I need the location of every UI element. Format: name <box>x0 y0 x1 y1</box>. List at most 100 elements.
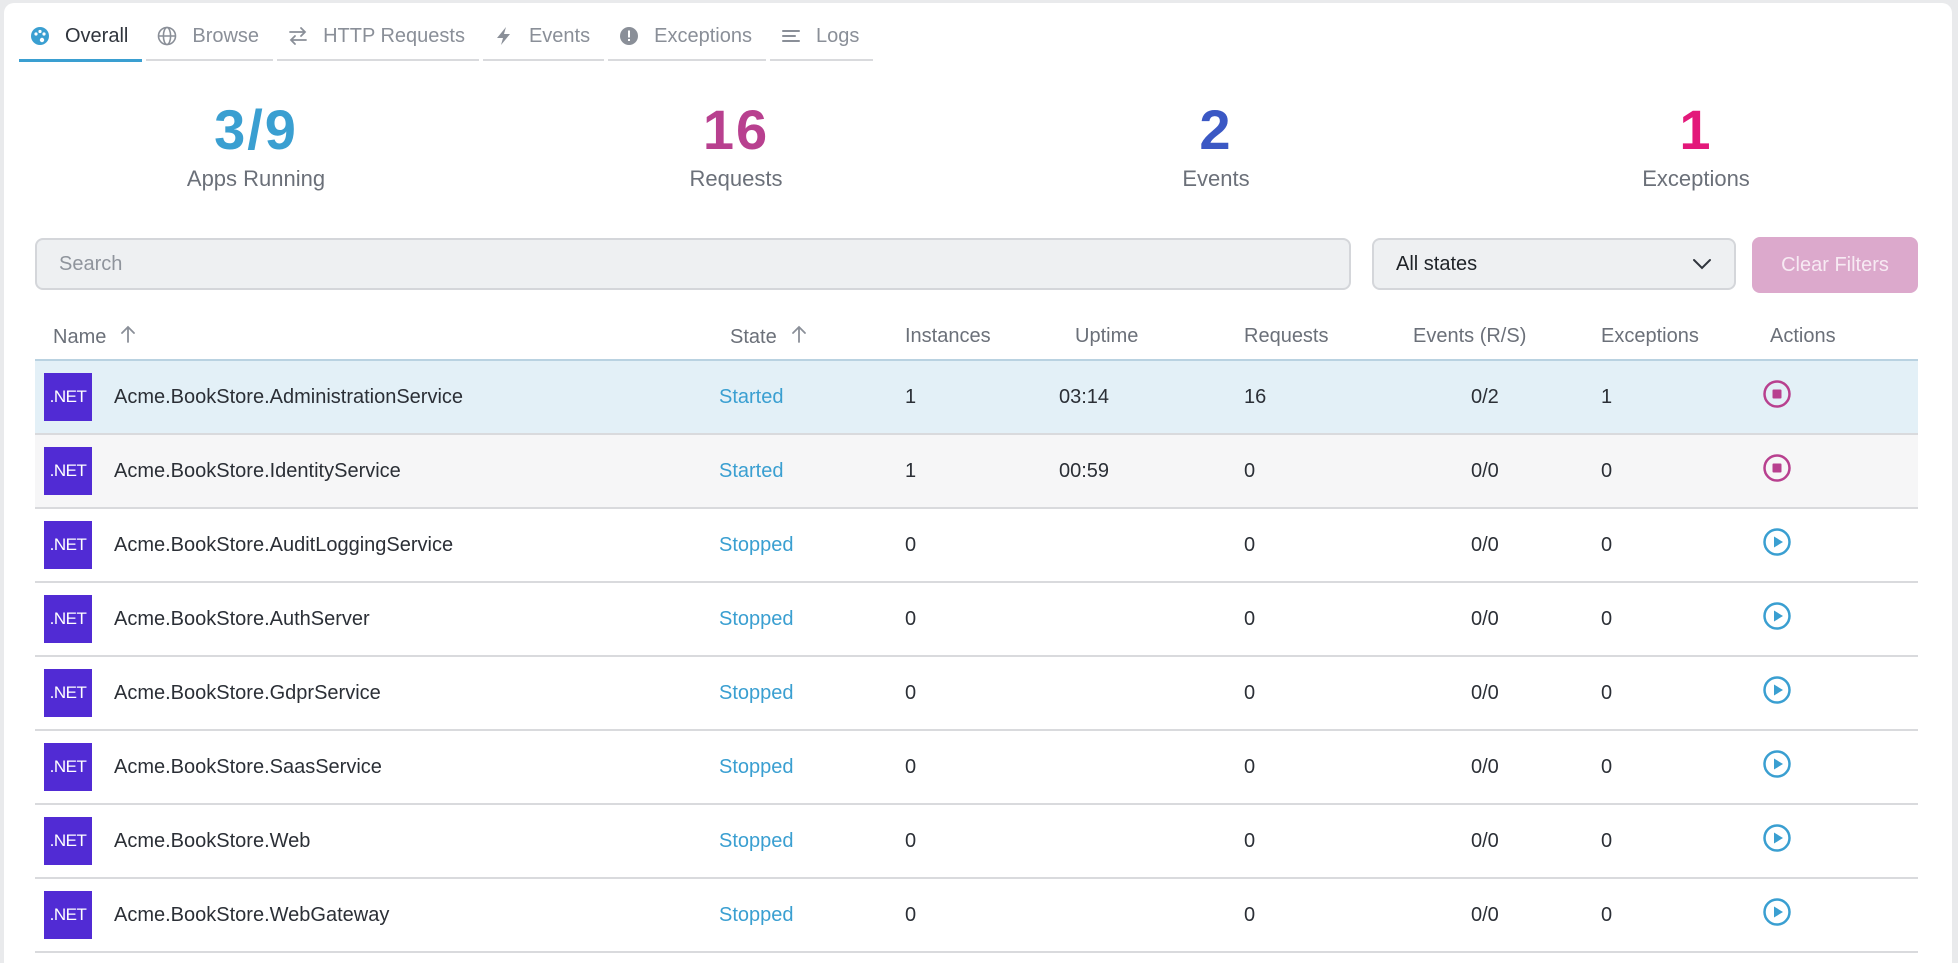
stop-button[interactable] <box>1761 379 1793 415</box>
app-name[interactable]: Acme.BookStore.IdentityService <box>114 435 401 507</box>
table-row[interactable]: .NET Acme.BookStore.WebGateway Stopped 0 0 0/… <box>35 879 1918 953</box>
start-button[interactable] <box>1761 898 1793 931</box>
app-name[interactable]: Acme.BookStore.GdprService <box>114 657 381 729</box>
column-header-actions: Actions <box>1770 325 1836 347</box>
app-state: Started <box>719 459 784 482</box>
tab-events[interactable]: Events <box>482 13 605 61</box>
app-state: Stopped <box>719 607 794 630</box>
table-row[interactable]: .NET Acme.BookStore.AuthServer Stopped 0 0 0/… <box>35 583 1918 657</box>
app-requests: 0 <box>1244 829 1256 852</box>
stop-icon <box>1762 379 1792 415</box>
app-requests: 0 <box>1244 533 1256 556</box>
column-header-events[interactable]: Events (R/S) <box>1413 325 1526 348</box>
app-name[interactable]: Acme.BookStore.WebGateway <box>114 879 389 951</box>
app-events: 0/0 <box>1471 681 1499 704</box>
app-instances: 0 <box>905 681 917 704</box>
app-instances: 0 <box>905 755 917 778</box>
app-requests: 0 <box>1244 607 1256 630</box>
play-icon <box>1762 675 1792 711</box>
column-header-instances[interactable]: Instances <box>905 325 991 348</box>
dotnet-logo: .NET <box>44 595 92 643</box>
app-state: Stopped <box>719 755 794 778</box>
app-state: Started <box>719 385 784 408</box>
dotnet-logo: .NET <box>44 373 92 421</box>
stat-value: 2 <box>1199 98 1233 161</box>
tab-browse[interactable]: Browse <box>146 13 274 61</box>
sort-arrow-up-icon <box>791 325 807 349</box>
app-events: 0/0 <box>1471 829 1499 852</box>
stat-label: Exceptions <box>1642 166 1750 191</box>
clear-filters-button[interactable]: Clear Filters <box>1752 237 1918 293</box>
app-requests: 0 <box>1244 903 1256 926</box>
apps-table: Name State Instances Uptime Requests Eve… <box>35 313 1918 953</box>
table-row[interactable]: .NET Acme.BookStore.GdprService Stopped 0 0 0… <box>35 657 1918 731</box>
column-header-name[interactable]: Name <box>53 325 136 349</box>
stat-label: Apps Running <box>186 166 326 191</box>
app-name[interactable]: Acme.BookStore.SaasService <box>114 731 382 803</box>
app-name[interactable]: Acme.BookStore.AuditLoggingService <box>114 509 453 581</box>
palette-icon <box>29 25 51 47</box>
table-header: Name State Instances Uptime Requests Eve… <box>35 313 1918 359</box>
column-label: Name <box>53 325 107 348</box>
app-instances: 1 <box>905 385 917 408</box>
app-exceptions: 0 <box>1601 755 1613 778</box>
column-header-state[interactable]: State <box>730 325 807 349</box>
table-row[interactable]: .NET Acme.BookStore.IdentityService Starte… <box>35 435 1918 509</box>
tab-label: Events <box>528 24 591 47</box>
search-input[interactable] <box>35 238 1351 290</box>
tab-http-requests[interactable]: HTTP Requests <box>277 13 479 61</box>
tab-label: Overall <box>65 24 129 47</box>
app-requests: 0 <box>1244 755 1256 778</box>
tab-label: Browse <box>192 24 260 47</box>
app-events: 0/0 <box>1471 903 1499 926</box>
app-state: Stopped <box>719 533 794 556</box>
app-state: Stopped <box>719 903 794 926</box>
dotnet-logo: .NET <box>44 521 92 569</box>
play-icon <box>1762 527 1792 563</box>
stat-value: 16 <box>702 98 770 161</box>
stat-apps-running: 3/9 Apps Running <box>106 98 406 192</box>
app-exceptions: 0 <box>1601 459 1613 482</box>
dotnet-logo: .NET <box>44 817 92 865</box>
stat-events: 2 Events <box>1066 98 1366 192</box>
column-header-exceptions[interactable]: Exceptions <box>1601 325 1699 348</box>
stat-value: 1 <box>1679 98 1713 161</box>
app-state: Stopped <box>719 681 794 704</box>
tab-bar: Overall Browse HTTP Requests Events Exce… <box>19 13 877 62</box>
start-button[interactable] <box>1761 824 1793 857</box>
table-row[interactable]: .NET Acme.BookStore.AuditLoggingService St… <box>35 509 1918 583</box>
app-instances: 0 <box>905 607 917 630</box>
state-filter-value: All states <box>1396 252 1478 275</box>
app-events: 0/0 <box>1471 755 1499 778</box>
app-name[interactable]: Acme.BookStore.AdministrationService <box>114 361 463 433</box>
start-button[interactable] <box>1761 602 1793 635</box>
stop-button[interactable] <box>1761 453 1793 489</box>
table-body: .NET Acme.BookStore.AdministrationService… <box>35 359 1918 953</box>
start-button[interactable] <box>1761 750 1793 783</box>
table-row[interactable]: .NET Acme.BookStore.AdministrationService… <box>35 359 1918 435</box>
dotnet-logo: .NET <box>44 669 92 717</box>
tab-exceptions[interactable]: Exceptions <box>608 13 766 61</box>
app-events: 0/2 <box>1471 385 1499 408</box>
column-header-uptime[interactable]: Uptime <box>1075 325 1138 348</box>
stop-icon <box>1762 453 1792 489</box>
state-filter-select[interactable]: All states <box>1372 238 1736 290</box>
start-button[interactable] <box>1761 675 1793 711</box>
globe-icon <box>156 25 178 47</box>
app-requests: 0 <box>1244 681 1256 704</box>
tab-label: HTTP Requests <box>323 24 465 47</box>
arrows-exchange-icon <box>287 25 309 47</box>
tab-logs[interactable]: Logs <box>769 13 874 61</box>
app-exceptions: 1 <box>1601 385 1613 408</box>
app-instances: 1 <box>905 459 917 482</box>
column-header-requests[interactable]: Requests <box>1244 325 1329 348</box>
table-row[interactable]: .NET Acme.BookStore.SaasService Stopped 0 0 0… <box>35 731 1918 805</box>
app-name[interactable]: Acme.BookStore.AuthServer <box>114 583 370 655</box>
chevron-down-icon <box>1692 253 1712 276</box>
app-name[interactable]: Acme.BookStore.Web <box>114 805 310 877</box>
table-row[interactable]: .NET Acme.BookStore.Web Stopped 0 0 0/0 0 <box>35 805 1918 879</box>
app-instances: 0 <box>905 903 917 926</box>
start-button[interactable] <box>1761 527 1793 563</box>
tab-overall[interactable]: Overall <box>19 13 143 62</box>
app-uptime: 03:14 <box>1059 385 1110 408</box>
